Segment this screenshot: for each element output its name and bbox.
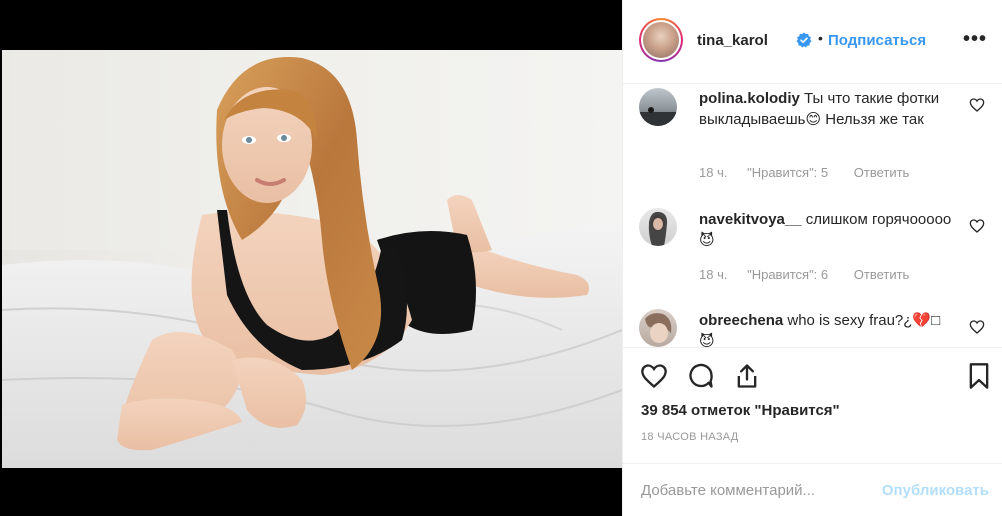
comment-body: obreechena who is sexy frau?¿💔□ 😈 [699, 310, 953, 347]
more-options-icon[interactable]: ••• [963, 28, 987, 51]
commenter-avatar[interactable] [639, 309, 677, 347]
add-comment-bar: Опубликовать [623, 463, 1002, 516]
post-photo[interactable] [2, 50, 622, 468]
header-separator: • [818, 30, 823, 46]
post-header: tina_karol • Подписаться ••• [623, 0, 1002, 84]
comment-bubble-icon[interactable] [687, 362, 715, 390]
reply-button[interactable]: Ответить [854, 267, 910, 282]
comment-meta: 18 ч. "Нравится": 5 Ответить [699, 165, 931, 180]
reply-button[interactable]: Ответить [854, 165, 910, 180]
commenter-avatar-image [639, 107, 677, 126]
comment-body: polina.kolodiy Ты что такие фотки выклад… [699, 88, 953, 130]
post-sidebar: tina_karol • Подписаться ••• polina.kolo… [622, 0, 1002, 516]
bookmark-icon[interactable] [965, 362, 993, 390]
post-timestamp[interactable]: 18 ЧАСОВ НАЗАД [641, 431, 739, 443]
like-comment-icon[interactable] [969, 97, 985, 113]
like-comment-icon[interactable] [969, 319, 985, 335]
comment-time[interactable]: 18 ч. [699, 267, 727, 282]
follow-button[interactable]: Подписаться [828, 32, 926, 49]
post-actions: 39 854 отметок "Нравится" 18 ЧАСОВ НАЗАД [623, 347, 1002, 473]
commenter-avatar-image [648, 211, 668, 246]
comment-username[interactable]: obreechena [699, 312, 783, 329]
commenter-avatar[interactable] [639, 88, 677, 126]
author-avatar-image [643, 22, 679, 58]
comment-meta: 18 ч. "Нравится": 6 Ответить [699, 267, 931, 282]
comment-username[interactable]: navekitvoya__ [699, 211, 802, 228]
author-username[interactable]: tina_karol [697, 32, 768, 49]
verified-badge-icon [796, 32, 812, 48]
share-icon[interactable] [733, 362, 761, 390]
comments-list[interactable]: polina.kolodiy Ты что такие фотки выклад… [623, 85, 1002, 347]
publish-button[interactable]: Опубликовать [882, 482, 989, 499]
comment-username[interactable]: polina.kolodiy [699, 90, 800, 107]
comment-body: navekitvoya__ слишком горячооооо😈 [699, 209, 953, 251]
author-avatar[interactable] [639, 18, 683, 62]
comment-likes[interactable]: "Нравится": 5 [747, 165, 828, 180]
likes-count[interactable]: 39 854 отметок "Нравится" [641, 402, 840, 419]
like-comment-icon[interactable] [969, 218, 985, 234]
commenter-avatar[interactable] [639, 208, 677, 246]
post-photo-image [2, 50, 622, 468]
comment-input[interactable] [641, 479, 871, 501]
post-media-panel [0, 0, 622, 516]
comment-likes[interactable]: "Нравится": 6 [747, 267, 828, 282]
commenter-avatar-image [645, 313, 672, 343]
comment-time[interactable]: 18 ч. [699, 165, 727, 180]
like-heart-icon[interactable] [640, 362, 668, 390]
